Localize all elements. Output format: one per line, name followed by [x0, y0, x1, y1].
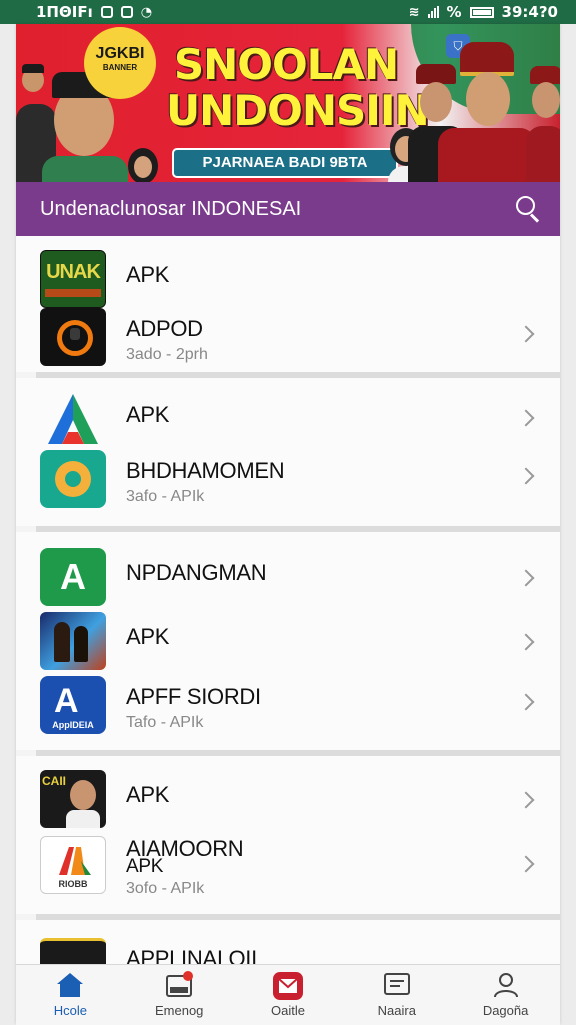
calendar-icon — [120, 6, 133, 18]
nav-profile[interactable]: Dagoña — [451, 965, 560, 1025]
app-icon-label: RIOBB — [58, 879, 88, 889]
notification-icon — [100, 6, 113, 18]
nav-inbox[interactable]: Emenog — [125, 965, 234, 1025]
app-icon-adpod — [40, 308, 106, 366]
app-icon-game — [40, 612, 106, 670]
nav-label: Oaitle — [271, 1003, 305, 1018]
mail-icon — [272, 972, 303, 1000]
app-name: APPLINAI OII — [126, 946, 257, 964]
list-item[interactable]: BHDHAMOMEN 3afo - APIk — [16, 450, 560, 516]
banner-subtitle: PJARNAEA BADI 9BTA — [172, 148, 398, 178]
app-list-card-4: CAII APK RIOBB AIAMOORN APK 3ofo - APIk — [16, 756, 560, 914]
app-frame: JGKBI BANNER SNOOLAN UNDONSIIN PJARNAEA … — [16, 24, 560, 1025]
chevron-right-icon — [517, 693, 535, 711]
list-item[interactable]: UNAK APK — [16, 250, 560, 316]
chevron-right-icon — [517, 467, 535, 485]
app-list-card-2: APK BHDHAMOMEN 3afo - APIk — [16, 378, 560, 526]
app-icon-gear-android — [40, 450, 106, 508]
app-header: Undenaclunosar INDONESAI — [16, 182, 560, 236]
signal-icon — [427, 6, 439, 18]
app-name: APK — [126, 782, 170, 807]
app-name-line2: APK — [126, 856, 164, 877]
app-name: APK — [126, 624, 170, 649]
app-meta: 3afo - APIk — [126, 488, 205, 505]
promo-banner[interactable]: JGKBI BANNER SNOOLAN UNDONSIIN PJARNAEA … — [16, 24, 560, 182]
app-name: NPDANGMAN — [126, 560, 267, 585]
banner-person-officer-main — [436, 42, 536, 182]
chevron-right-icon — [517, 855, 535, 873]
nav-label: Hcole — [53, 1003, 88, 1018]
app-list-card-3: A NPDANGMAN APK A AppIDEIA APFF SIORDI T… — [16, 532, 560, 750]
app-icon-green-a: A — [40, 548, 106, 606]
status-left-text: 1ΠΘΙFı — [36, 3, 93, 21]
app-icon-a-triangle — [40, 390, 106, 448]
app-icon-label: A — [60, 556, 86, 597]
app-name: APFF SIORDI — [126, 684, 261, 709]
app-list-card-5: APPLINAI OII — [16, 920, 560, 964]
app-icon-triangle-logo: RIOBB — [40, 836, 106, 894]
list-item[interactable]: A AppIDEIA APFF SIORDI Tafo - APIk — [16, 676, 560, 742]
chevron-right-icon — [517, 325, 535, 343]
nav-label: Emenog — [154, 1003, 204, 1018]
chevron-right-icon — [517, 569, 535, 587]
list-item[interactable]: APPLINAI OII — [16, 938, 560, 964]
wifi-icon: ≋ — [408, 4, 420, 20]
list-item[interactable]: APK — [16, 390, 560, 456]
app-icon-label: AppIDEIA — [52, 720, 94, 730]
status-bar: 1ΠΘΙFı ◔ ≋ % 39:4?0 — [0, 0, 576, 24]
app-list-card-1: UNAK APK ADPOD 3ado - 2prh — [16, 236, 560, 372]
nav-news[interactable]: Naaira — [342, 965, 451, 1025]
list-item[interactable]: APK — [16, 612, 560, 678]
nav-label: Dagoña — [482, 1003, 529, 1018]
battery-icon — [469, 6, 494, 18]
list-item[interactable]: RIOBB AIAMOORN APK 3ofo - APIk — [16, 836, 560, 906]
chevron-right-icon — [517, 409, 535, 427]
nav-mail[interactable]: Oaitle — [234, 965, 343, 1025]
banner-title-line1: SNOOLAN — [173, 40, 399, 89]
banner-badge-line2: BANNER — [102, 63, 138, 72]
app-icon-partial — [40, 938, 106, 964]
banner-title: SNOOLAN UNDONSIIN — [166, 40, 430, 135]
app-meta: Tafo - APIk — [126, 714, 204, 731]
status-time: 39:4?0 — [501, 3, 558, 21]
profile-icon — [493, 973, 518, 998]
app-meta: 3ofo - APIk — [126, 880, 205, 897]
app-icon-blue-a: A AppIDEIA — [40, 676, 106, 734]
banner-badge-line1: JGKBI — [95, 45, 145, 62]
nav-label: Naaira — [377, 1003, 416, 1018]
home-icon — [57, 973, 84, 997]
app-name: APK — [126, 262, 170, 287]
chevron-right-icon — [517, 633, 535, 651]
header-title: Undenaclunosar INDONESAI — [40, 197, 302, 220]
chat-icon: ◔ — [140, 4, 153, 20]
bottom-navigation: Hcole Emenog Oaitle Naaira Dagoña — [16, 964, 560, 1025]
news-icon — [383, 973, 410, 995]
app-icon-label: UNAK — [46, 261, 101, 283]
app-icon-unak: UNAK — [40, 250, 106, 308]
app-name: BHDHAMOMEN — [126, 458, 285, 483]
chevron-right-icon — [517, 791, 535, 809]
banner-person-officer-right — [526, 66, 560, 182]
app-icon-portrait: CAII — [40, 770, 106, 828]
banner-person-hijab — [120, 144, 166, 182]
search-icon[interactable] — [512, 193, 544, 225]
inbox-icon — [166, 971, 194, 997]
banner-badge: JGKBI BANNER — [84, 27, 156, 99]
banner-title-line2: UNDONSIIN — [166, 86, 430, 135]
app-meta: 3ado - 2prh — [126, 346, 208, 363]
nav-home[interactable]: Hcole — [16, 965, 125, 1025]
app-name: ADPOD — [126, 316, 203, 341]
app-icon-label: CAII — [42, 774, 66, 788]
app-name: APK — [126, 402, 170, 427]
battery-percent: % — [446, 3, 462, 21]
list-item[interactable]: CAII APK — [16, 770, 560, 836]
list-item[interactable]: ADPOD 3ado - 2prh — [16, 308, 560, 374]
list-item[interactable]: A NPDANGMAN — [16, 548, 560, 614]
